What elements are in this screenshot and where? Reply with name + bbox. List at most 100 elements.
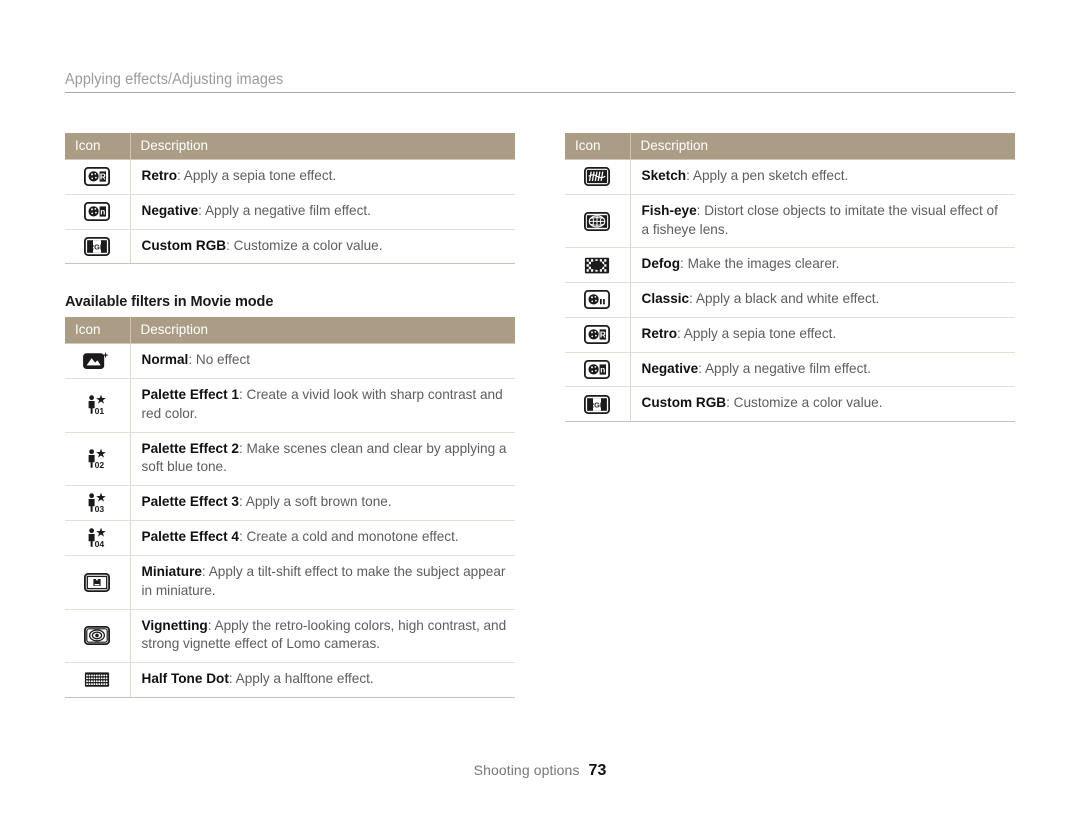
- row-icon-cell: [65, 555, 131, 610]
- table-header-row: Icon Description: [65, 317, 515, 345]
- svg-text:04: 04: [95, 539, 105, 549]
- miniature-filter-icon: [84, 572, 111, 592]
- svg-text:n: n: [101, 208, 106, 217]
- row-description-cell: Palette Effect 4: Create a cold and mono…: [130, 520, 515, 556]
- row-description-cell: Miniature: Apply a tilt-shift effect to …: [130, 555, 515, 610]
- row-description-cell: Retro: Apply a sepia tone effect.: [630, 317, 1015, 353]
- filter-description: : Apply a negative film effect.: [698, 360, 871, 376]
- running-head: Applying effects/Adjusting images: [65, 71, 1015, 93]
- filter-name: Vignetting: [141, 617, 208, 633]
- row-description-cell: Fish-eye: Distort close objects to imita…: [630, 194, 1015, 249]
- filter-name: Palette Effect 2: [141, 440, 239, 456]
- table-row: R Retro: Apply a sepia tone effect.: [565, 317, 1015, 353]
- filter-description: : Apply a negative film effect.: [198, 202, 371, 218]
- column-header-description: Description: [130, 317, 515, 345]
- row-icon-cell: 01: [65, 378, 131, 433]
- palette-effect-1-icon: 01: [85, 394, 109, 416]
- filter-name: Custom RGB: [641, 395, 727, 411]
- footer-page-number: 73: [588, 762, 607, 779]
- filter-description: : Make the images clearer.: [680, 256, 840, 272]
- table-row: Fish-eye: Distort close objects to imita…: [565, 194, 1015, 249]
- svg-text:RGB: RGB: [89, 243, 105, 252]
- table-row: Miniature: Apply a tilt-shift effect to …: [65, 555, 515, 610]
- filter-description: : Apply a pen sketch effect.: [686, 168, 849, 183]
- row-description-cell: Negative: Apply a negative film effect.: [630, 352, 1015, 388]
- filter-name: Negative: [641, 360, 699, 376]
- table-header-row: Icon Description: [65, 133, 515, 160]
- row-description-cell: Palette Effect 1: Create a vivid look wi…: [130, 378, 515, 433]
- row-description-cell: Classic: Apply a black and white effect.: [630, 282, 1015, 318]
- row-icon-cell: 04: [65, 520, 131, 556]
- row-description-cell: Retro: Apply a sepia tone effect.: [130, 159, 515, 195]
- row-icon-cell: [565, 159, 631, 195]
- table-row: 04 Palette Effect 4: Create a cold and mo…: [65, 520, 515, 556]
- row-description-cell: Defog: Make the images clearer.: [630, 247, 1015, 283]
- svg-text:R: R: [600, 331, 606, 340]
- left-column: Icon Description R Retro: Apply a sepia t…: [65, 133, 515, 698]
- row-icon-cell: [65, 662, 131, 698]
- table-row: 02 Palette Effect 2: Make scenes clean an…: [65, 432, 515, 486]
- row-icon-cell: [565, 247, 631, 283]
- section-heading-movie-filters: Available filters in Movie mode: [65, 294, 274, 311]
- row-icon-cell: [565, 282, 631, 318]
- table-row: n Negative: Apply a negative film effect.: [565, 352, 1015, 388]
- row-description-cell: Negative: Apply a negative film effect.: [130, 194, 515, 230]
- row-icon-cell: RGB: [565, 386, 631, 422]
- column-header-icon: Icon: [65, 133, 131, 160]
- column-header-description: Description: [630, 133, 1015, 160]
- filter-description: : Apply a soft brown tone.: [238, 494, 392, 510]
- svg-text:RGB: RGB: [589, 400, 605, 409]
- sketch-filter-icon: [584, 167, 611, 187]
- fish-eye-filter-icon: [584, 211, 611, 231]
- row-icon-cell: n: [65, 194, 131, 230]
- normal-filter-icon: [83, 351, 111, 371]
- retro-filter-icon: R: [84, 167, 111, 187]
- right-column: Icon Description Sketch: Apply a pen ske…: [565, 133, 1015, 422]
- filter-name: Fish-eye: [641, 202, 697, 218]
- filter-name: Custom RGB: [141, 237, 227, 253]
- row-description-cell: Custom RGB: Customize a color value.: [130, 229, 515, 265]
- filter-name: Retro: [141, 168, 178, 183]
- table-header-row: Icon Description: [565, 133, 1015, 160]
- table-row: R Retro: Apply a sepia tone effect.: [65, 159, 515, 195]
- row-icon-cell: 02: [65, 432, 131, 486]
- running-head-rule: [65, 92, 1015, 93]
- custom-rgb-filter-icon: RGB: [584, 394, 611, 414]
- negative-filter-icon: n: [584, 359, 611, 379]
- table-row: n Negative: Apply a negative film effect.: [65, 194, 515, 230]
- column-header-icon: Icon: [565, 133, 631, 160]
- filter-description: : Create a cold and monotone effect.: [238, 529, 459, 545]
- table-row: Sketch: Apply a pen sketch effect.: [565, 159, 1015, 195]
- table-row: RGB Custom RGB: Customize a color value.: [565, 386, 1015, 422]
- table-row: Defog: Make the images clearer.: [565, 247, 1015, 283]
- filter-name: Defog: [641, 256, 681, 272]
- svg-text:R: R: [100, 173, 106, 182]
- filter-name: Negative: [141, 202, 199, 218]
- filter-name: Classic: [641, 291, 690, 306]
- page-footer: Shooting options 73: [0, 762, 1080, 780]
- svg-text:02: 02: [95, 460, 105, 470]
- classic-filter-icon: [584, 290, 611, 310]
- row-description-cell: Half Tone Dot: Apply a halftone effect.: [130, 662, 515, 698]
- column-header-icon: Icon: [65, 317, 131, 345]
- retro-filter-icon: R: [584, 325, 611, 345]
- photo-filters-table: Icon Description Sketch: Apply a pen ske…: [565, 133, 1015, 422]
- filter-name: Normal: [141, 352, 189, 368]
- filter-description: : Apply a sepia tone effect.: [677, 325, 837, 341]
- row-description-cell: Normal: No effect: [130, 343, 515, 379]
- half-tone-dot-filter-icon: [84, 670, 110, 689]
- table-row: Vignetting: Apply the retro-looking colo…: [65, 609, 515, 663]
- row-icon-cell: [65, 343, 131, 379]
- row-icon-cell: [565, 194, 631, 249]
- document-page: Applying effects/Adjusting images Icon D…: [0, 0, 1080, 815]
- svg-text:03: 03: [95, 504, 105, 514]
- row-description-cell: Palette Effect 3: Apply a soft brown ton…: [130, 485, 515, 521]
- filter-name: Sketch: [641, 168, 687, 183]
- row-icon-cell: [65, 609, 131, 663]
- filter-name: Palette Effect 4: [141, 529, 239, 545]
- row-icon-cell: n: [565, 352, 631, 388]
- palette-effect-4-icon: 04: [85, 527, 109, 549]
- movie-mode-filters-table: Icon Description Normal: No effect 01 Pale…: [65, 317, 515, 698]
- filter-name: Retro: [641, 325, 678, 341]
- filter-description: : Apply a black and white effect.: [689, 291, 880, 306]
